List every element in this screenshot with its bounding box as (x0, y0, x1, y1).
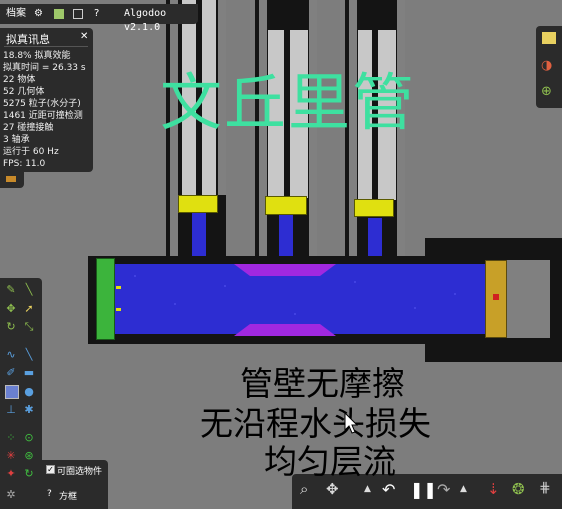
redo-icon[interactable]: ↷ (437, 480, 450, 499)
gear-tool-icon[interactable]: ✱ (22, 403, 36, 417)
scene-icon[interactable] (54, 9, 64, 19)
stats-title: 拟真讯息 (6, 33, 50, 46)
move-tool-icon[interactable]: ✥ (4, 302, 18, 316)
water-column-1 (192, 210, 206, 262)
pan-icon[interactable]: ✥ (326, 480, 339, 498)
app-title: Algodoo v2.1.0 (124, 8, 167, 33)
box-tool-icon[interactable] (5, 385, 19, 399)
cut-tool-icon[interactable]: ╲ (22, 283, 36, 297)
pause-icon[interactable]: ❚❚ (410, 480, 437, 499)
stat-line: 拟真时间 = 26.33 s (3, 63, 86, 73)
side-tab[interactable] (0, 172, 24, 188)
stats-divider (4, 46, 88, 47)
hinge-tool-icon[interactable]: ⊙ (22, 431, 36, 445)
drag-tool-icon[interactable]: ➚ (22, 302, 36, 316)
stat-line: 3 轴承 (3, 135, 30, 145)
stat-line: 18.8% 拟真效能 (3, 51, 71, 61)
stats-lines: 18.8% 拟真效能 拟真时间 = 26.33 s 22 物体 52 几何体 5… (3, 50, 86, 170)
stat-line: 5275 粒子(水分子) (3, 99, 81, 109)
pipe-right-bore (505, 260, 550, 338)
water-column-2 (279, 214, 293, 262)
stats-close-icon[interactable]: ✕ (80, 31, 88, 42)
note-2: 无沿程水头损失 (200, 404, 431, 443)
zoom-tool-icon[interactable]: ✲ (4, 488, 18, 502)
water-particles (134, 275, 456, 315)
stat-line: 52 几何体 (3, 87, 45, 97)
left-toolbar: ✎ ╲ ✥ ➚ ↻ ⤡ ∿ ╲ ✐ ▬ ● ⊥ ✱ ⁘ ⊙ ✳ ⊛ ✦ ↻ ✲ (0, 278, 42, 509)
top-menubar: 档案 ⚙ ? Algodoo v2.1.0 (0, 4, 198, 33)
rotate-tool-icon[interactable]: ↻ (4, 320, 18, 334)
stats-panel: 拟真讯息 ✕ 18.8% 拟真效能 拟真时间 = 26.33 s 22 物体 5… (0, 28, 93, 172)
stat-line: 27 碰撞接触 (3, 123, 54, 133)
scale-tool-icon[interactable]: ⤡ (22, 320, 36, 334)
rope-tool-icon[interactable]: ∿ (4, 348, 18, 362)
grid-label: 方框 (59, 492, 78, 502)
palette-icon[interactable]: ◑ (541, 58, 552, 73)
mouse-cursor (344, 412, 358, 434)
undo-dropdown-icon[interactable]: ▲ (364, 484, 371, 494)
options-panel: ✓ 可圈选物件 ? 方框 (42, 460, 108, 509)
brush-tool-icon[interactable]: ✐ (4, 366, 18, 380)
axle-tool-icon[interactable]: ⁘ (4, 431, 18, 445)
window-icon[interactable] (73, 9, 83, 19)
spring-tool-icon[interactable]: ╲ (22, 348, 36, 362)
scene-info-icon[interactable]: ⊕ (541, 84, 552, 99)
redo-dropdown-icon[interactable]: ▲ (460, 484, 467, 494)
zoom-icon[interactable]: ⌕ (300, 480, 308, 498)
select-label: 可圈选物件 (57, 467, 103, 477)
tracer-tool-icon[interactable]: ⊛ (22, 449, 36, 463)
help-icon[interactable]: ? (94, 7, 99, 21)
note-1: 管壁无摩擦 (240, 364, 405, 403)
air-icon[interactable]: ❂ (512, 480, 525, 498)
material-icon[interactable] (542, 32, 556, 44)
select-checkbox[interactable]: ✓ (46, 465, 55, 474)
gravity-icon[interactable]: ⇣ (487, 480, 500, 498)
gauge-float-3[interactable] (354, 199, 394, 217)
grid-help-icon[interactable]: ? (47, 489, 52, 499)
undo-icon[interactable]: ↶ (382, 480, 395, 499)
stat-line: FPS: 11.0 (3, 159, 46, 169)
chain-tool-icon[interactable]: ↻ (22, 467, 36, 481)
grid-icon[interactable]: ⋕ (539, 480, 551, 496)
sketch-tool-icon[interactable]: ✎ (4, 283, 18, 297)
piston-right-pin (493, 294, 499, 300)
video-title: 文丘里管 (160, 66, 417, 139)
plane-tool-icon[interactable]: ▬ (22, 366, 36, 380)
thruster-tool-icon[interactable]: ✦ (4, 467, 18, 481)
fixate-tool-icon[interactable]: ⊥ (4, 403, 18, 417)
file-menu[interactable]: 档案 (6, 7, 26, 21)
gauge-float-1[interactable] (178, 195, 218, 213)
stat-line: 1461 近距可撞检测 (3, 111, 83, 121)
laser-tool-icon[interactable]: ✳ (4, 449, 18, 463)
circle-tool-icon[interactable]: ● (22, 385, 36, 399)
stat-line: 22 物体 (3, 75, 36, 85)
settings-icon[interactable]: ⚙ (34, 7, 43, 21)
pipe-left-cap (88, 256, 96, 344)
side-tab-icon (6, 176, 16, 182)
right-panel: ◑ ⊕ (536, 26, 562, 108)
note-3: 均匀层流 (264, 442, 396, 481)
gauge-float-2[interactable] (265, 196, 307, 215)
stat-line: 运行于 60 Hz (3, 147, 59, 157)
piston-left[interactable] (96, 258, 115, 340)
